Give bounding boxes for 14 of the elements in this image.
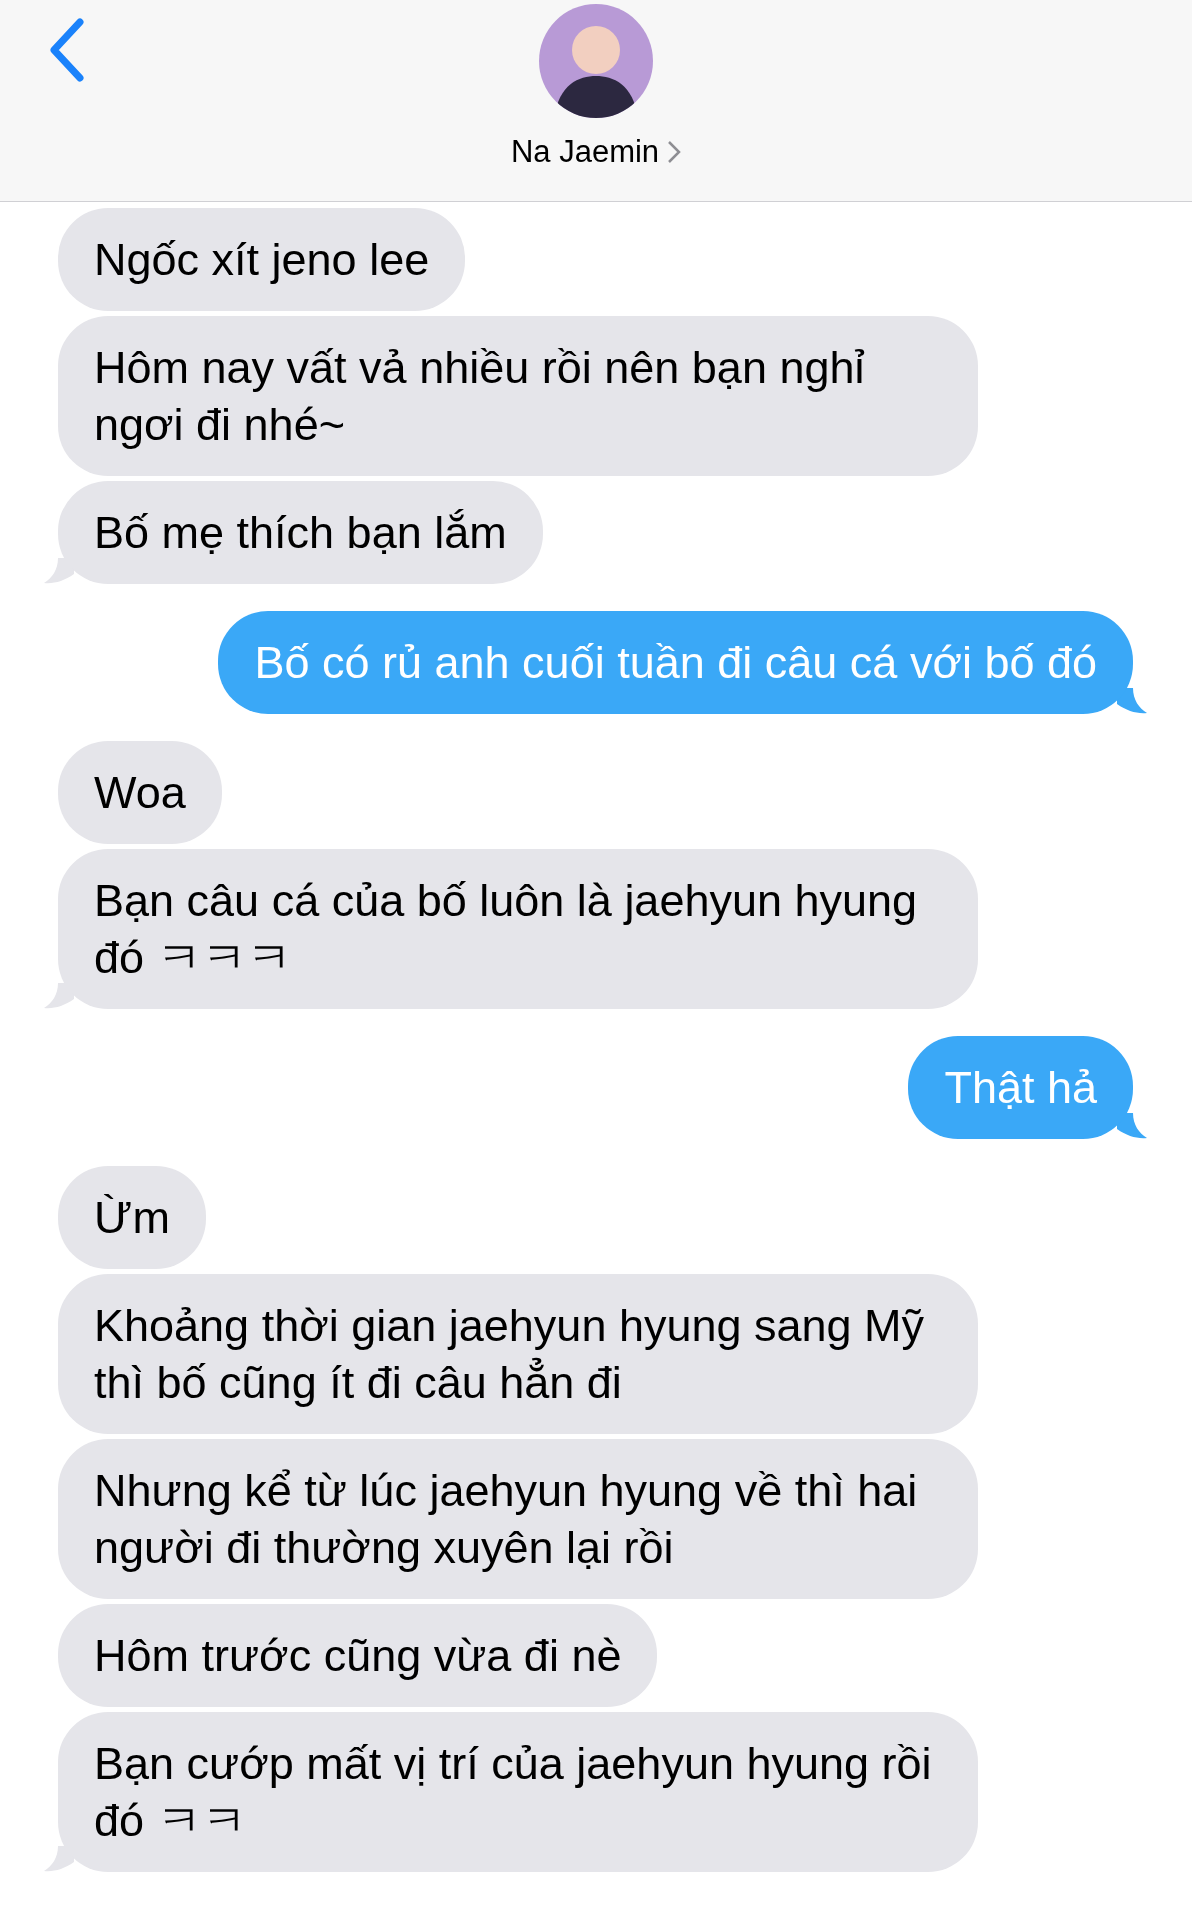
message-bubble: Hôm nay vất vả nhiều rồi nên bạn nghỉ ngơi đi nhé~	[58, 316, 978, 476]
message-bubble: Bố mẹ thích bạn lắm	[58, 481, 543, 584]
contact-name[interactable]: Na Jaemin	[510, 136, 660, 167]
chevron-right-icon[interactable]	[667, 139, 682, 164]
message-bubble: Thật hả	[908, 1036, 1133, 1139]
message-bubble: Ừm	[58, 1166, 206, 1269]
message-bubble: Bố có rủ anh cuối tuần đi câu cá với bố đó	[218, 611, 1133, 714]
message-bubble: Khoảng thời gian jaehyun hyung sang Mỹ thì bố cũng ít đi câu hẳn đi	[58, 1274, 978, 1434]
message-bubble: Hôm trước cũng vừa đi nè	[58, 1604, 658, 1707]
message-bubble: Ngốc xít jeno lee	[58, 208, 466, 311]
message-bubble: Bạn câu cá của bố luôn là jaehyun hyung đó ㅋㅋㅋ	[58, 849, 978, 1009]
message-bubble: Nhưng kể từ lúc jaehyun hyung về thì hai người đi thường xuyên lại rồi	[58, 1439, 978, 1599]
message-bubble: Woa	[58, 741, 222, 844]
message-bubble: Bạn cướp mất vị trí của jaehyun hyung rồi đó ㅋㅋ	[58, 1712, 978, 1872]
